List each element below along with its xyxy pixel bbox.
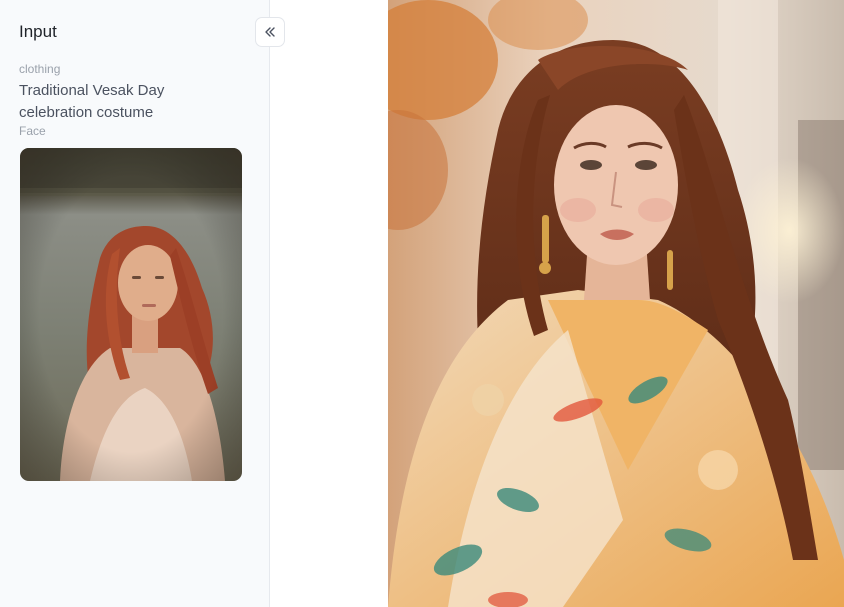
clothing-value: Traditional Vesak Day celebration costum… xyxy=(19,82,165,121)
input-panel: Input clothing Traditional Vesak Day cel… xyxy=(0,0,270,607)
face-photo xyxy=(20,148,242,481)
double-chevron-left-icon xyxy=(265,27,275,37)
result-photo xyxy=(388,0,844,607)
panel-title: Input xyxy=(19,22,57,41)
output-spacer xyxy=(270,0,388,607)
face-thumbnail[interactable] xyxy=(20,148,242,481)
result-image[interactable] xyxy=(388,0,844,607)
face-label: Face xyxy=(19,124,46,138)
clothing-label: clothing xyxy=(19,62,61,76)
app-window: Input clothing Traditional Vesak Day cel… xyxy=(0,0,844,607)
collapse-panel-button[interactable] xyxy=(255,17,285,47)
